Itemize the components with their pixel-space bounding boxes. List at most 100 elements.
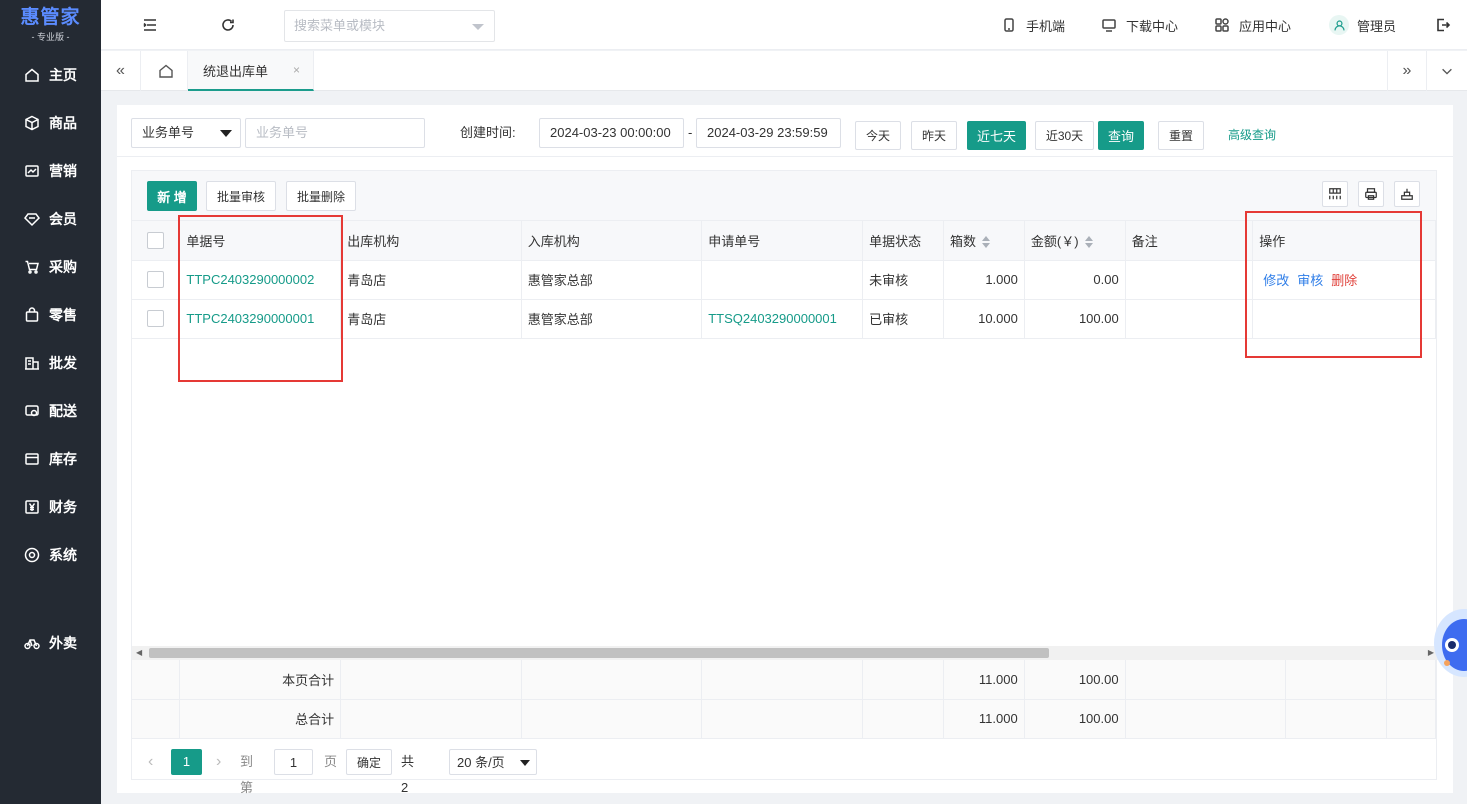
next-page-icon[interactable]: › [216,749,221,775]
table-row: TTPC2403290000001 青岛店 惠管家总部 TTSQ24032900… [132,299,1436,339]
page-total-amount: 100.00 [1024,660,1126,700]
date-to-input[interactable]: 2024-03-29 23:59:59 [696,118,841,148]
scroll-left-icon[interactable]: ◀ [136,648,142,657]
menu-collapse-icon[interactable] [140,15,160,35]
search-type-select[interactable]: 业务单号 [131,118,241,148]
sidebar-item-label: 营销 [49,163,77,179]
sidebar-item-purchase[interactable]: 采购 [0,249,101,285]
scroll-thumb[interactable] [149,648,1049,658]
audit-link[interactable]: 审核 [1297,273,1323,288]
batch-delete-button[interactable]: 批量删除 [286,181,356,211]
apply-no-link[interactable] [701,260,864,300]
sidebar-item-marketing[interactable]: 营销 [0,153,101,189]
refresh-icon[interactable] [218,15,238,35]
query-button[interactable]: 查询 [1098,121,1144,150]
goto-confirm-button[interactable]: 确定 [346,749,392,775]
logout-icon[interactable] [1433,15,1453,35]
sidebar-item-home[interactable]: 主页 [0,57,101,93]
sidebar-item-finance[interactable]: 财务 [0,489,101,525]
order-no-input[interactable]: 业务单号 [245,118,425,148]
prev-page-icon[interactable]: ‹ [148,749,153,775]
print-icon[interactable] [1358,181,1384,207]
row-checkbox[interactable] [147,271,165,289]
module-search-input[interactable]: 搜索菜单或模块 [284,10,495,42]
mobile-link[interactable]: 手机端 [1001,0,1065,50]
header: 搜索菜单或模块 手机端 下载中心 应用中心 管理员 [101,0,1467,50]
app-center-link[interactable]: 应用中心 [1214,0,1291,50]
date-separator: - [688,125,693,140]
home-tab-icon[interactable] [144,51,188,91]
header-boxes[interactable]: 箱数 [943,221,1025,261]
last-30-days-button[interactable]: 近30天 [1035,121,1094,150]
grand-total-boxes: 11.000 [943,699,1025,739]
export-icon[interactable] [1394,181,1420,207]
header-status: 单据状态 [862,221,944,261]
goto-page-input[interactable]: 1 [274,749,313,775]
tabs-dropdown-icon[interactable] [1427,51,1467,91]
sidebar-item-label: 系统 [49,547,77,563]
tabs-scroll-right-icon[interactable]: » [1387,51,1427,91]
edit-link[interactable]: 修改 [1263,273,1289,288]
sidebar-item-label: 会员 [49,211,77,227]
order-no-link[interactable]: TTPC2403290000001 [179,299,342,339]
yen-icon [23,498,41,516]
page-total-row: 本页合计 11.000 100.00 [132,660,1436,700]
today-button[interactable]: 今天 [855,121,901,150]
sidebar-item-takeout[interactable]: 外卖 [0,625,101,661]
advanced-query-link[interactable]: 高级查询 [1228,121,1276,150]
sort-icon[interactable] [1084,236,1093,249]
created-time-label: 创建时间: [460,125,516,140]
box-icon [23,114,41,132]
avatar [1329,15,1349,35]
close-icon[interactable]: × [293,63,300,77]
filter-bar: 业务单号 业务单号 创建时间: 2024-03-23 00:00:00 - 20… [117,105,1453,157]
chevron-down-icon [220,130,232,137]
assistant-robot-icon[interactable] [1432,603,1467,683]
horizontal-scrollbar[interactable]: ◀ ▶ [132,646,1438,660]
user-menu[interactable]: 管理员 [1329,0,1396,50]
logo-subtitle: - 专业版 - [31,31,70,42]
sidebar-item-wholesale[interactable]: 批发 [0,345,101,381]
order-no-link[interactable]: TTPC2403290000002 [179,260,342,300]
tabs-scroll-left-icon[interactable]: « [101,51,141,91]
sidebar-item-system[interactable]: 系统 [0,537,101,573]
app-center-label: 应用中心 [1239,18,1292,34]
sidebar-item-label: 库存 [49,451,77,467]
sidebar-item-delivery[interactable]: 配送 [0,393,101,429]
sidebar-item-goods[interactable]: 商品 [0,105,101,141]
sidebar-item-members[interactable]: 会员 [0,201,101,237]
delete-link[interactable]: 删除 [1331,273,1357,288]
last-7-days-button[interactable]: 近七天 [967,121,1026,150]
header-amount[interactable]: 金额(￥) [1024,221,1126,261]
monitor-icon [1102,19,1116,32]
row-checkbox[interactable] [147,310,165,328]
add-button[interactable]: 新 增 [147,181,197,211]
summary-table: 本页合计 11.000 100.00 总合计 11.000 100.00 [132,660,1436,739]
yesterday-button[interactable]: 昨天 [911,121,957,150]
page-1-button[interactable]: 1 [171,749,202,775]
header-in-org: 入库机构 [521,221,703,261]
page-unit-label: 页 [324,754,338,769]
tab-bar: « 统退出库单 × » [101,51,1467,91]
sidebar-item-retail[interactable]: 零售 [0,297,101,333]
date-from-input[interactable]: 2024-03-23 00:00:00 [539,118,684,148]
header-ops: 操作 [1252,221,1436,261]
apps-grid-icon [1215,18,1229,32]
cell-note [1125,299,1254,339]
batch-audit-button[interactable]: 批量审核 [206,181,276,211]
select-all-checkbox[interactable] [147,231,165,249]
column-settings-icon[interactable] [1322,181,1348,207]
reset-button[interactable]: 重置 [1158,121,1204,150]
page-size-select[interactable]: 20 条/页 [449,749,537,775]
grand-total-row: 总合计 11.000 100.00 [132,699,1436,739]
main-panel: 业务单号 业务单号 创建时间: 2024-03-23 00:00:00 - 20… [117,105,1453,795]
sidebar-item-inventory[interactable]: 库存 [0,441,101,477]
bag-icon [23,306,41,324]
sidebar-item-label: 财务 [49,499,77,515]
diamond-icon [23,210,41,228]
download-center-link[interactable]: 下载中心 [1101,0,1178,50]
sort-icon[interactable] [982,236,991,249]
data-grid: 新 增 批量审核 批量删除 单据号 出库机构 入库机构 申请单号 单据状态 箱数… [131,170,1438,795]
apply-no-link[interactable]: TTSQ2403290000001 [701,299,864,339]
tab-return-outbound[interactable]: 统退出库单 × [188,51,314,91]
